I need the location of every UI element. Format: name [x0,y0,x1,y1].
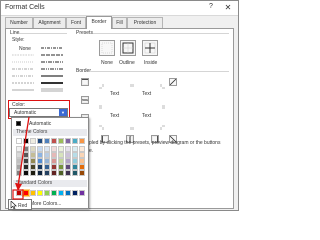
border-middle-button[interactable] [81,96,89,104]
preset-outline-icon [122,42,134,54]
theme-color-swatch[interactable] [72,138,78,144]
preset-inside-button[interactable] [142,40,158,56]
theme-shade-swatch[interactable] [30,170,36,176]
window-title: Format Cells [5,4,45,11]
theme-color-swatch[interactable] [44,138,50,144]
theme-shade-swatch[interactable] [23,170,29,176]
theme-shade-swatch[interactable] [51,170,57,176]
border-diagonal-up-button[interactable] [169,78,177,86]
theme-color-swatch[interactable] [30,138,36,144]
tab-number[interactable]: Number [5,17,33,28]
theme-color-swatch[interactable] [37,138,43,144]
theme-shade-swatch[interactable] [72,170,78,176]
border-top-icon [82,79,88,85]
border-top-button[interactable] [81,78,89,86]
theme-color-swatch[interactable] [65,138,71,144]
preview-frame[interactable] [97,82,167,132]
theme-color-swatch[interactable] [16,138,22,144]
standard-color-swatch[interactable] [16,190,22,196]
preview-text-top-left: Text [110,91,120,97]
standard-colors-header: Standard Colors [13,180,87,187]
presets-group-title: Presets [75,30,94,36]
line-style-list[interactable] [9,42,67,100]
standard-color-swatch[interactable] [23,190,29,196]
standard-color-swatch[interactable] [72,190,78,196]
preset-none-label: None [101,60,113,66]
preset-none-icon [101,42,113,54]
more-colors-label: More Colors... [30,201,62,207]
standard-color-swatch[interactable] [30,190,36,196]
standard-color-swatch[interactable] [65,190,71,196]
line-style-swatches[interactable] [9,42,67,100]
preview-text-bottom-right: Text [142,113,152,119]
hint-text: pled by clicking the presets, preview di… [89,140,221,146]
preset-none-button[interactable] [99,40,115,56]
color-picker-popup: Automatic Theme Colors Standard Colors M… [11,117,89,209]
presets-group-divider [93,33,229,34]
automatic-color-option[interactable]: Automatic [13,120,87,128]
line-group-divider [19,33,67,34]
cursor-icon [10,201,17,209]
theme-color-swatch[interactable] [58,138,64,144]
theme-shade-swatch[interactable] [37,170,43,176]
tab-font[interactable]: Font [66,17,86,28]
theme-shade-swatch[interactable] [65,170,71,176]
border-preview[interactable]: Text Text Text Text [97,82,167,132]
tab-alignment[interactable]: Alignment [33,17,66,28]
standard-color-swatch[interactable] [44,190,50,196]
preset-inside-label: Inside [144,60,158,66]
theme-color-swatch[interactable] [23,138,29,144]
theme-color-swatch[interactable] [79,138,85,144]
standard-color-swatch[interactable] [37,190,43,196]
border-group-title: Border [75,68,93,74]
theme-color-swatch[interactable] [51,138,57,144]
tab-protection[interactable]: Protection [127,17,163,28]
close-button[interactable]: ✕ [220,3,236,13]
theme-colors-header: Theme Colors [13,129,87,136]
hint-text-end: e. [89,148,94,154]
selected-color-tooltip: Red [8,199,32,210]
preset-outline-button[interactable] [120,40,136,56]
tab-border[interactable]: Border [86,16,112,29]
preset-outline-label: Outline [119,60,135,66]
style-none-label: None [19,46,31,52]
theme-shade-swatch[interactable] [44,170,50,176]
theme-shade-swatch[interactable] [16,170,22,176]
border-middle-icon [82,97,88,103]
selected-color-name: Red [18,203,28,209]
border-diagonal-up-icon [169,78,177,86]
tab-fill[interactable]: Fill [112,17,127,28]
standard-color-swatch[interactable] [51,190,57,196]
preview-text-bottom-left: Text [110,113,120,119]
help-button[interactable]: ? [205,3,217,13]
automatic-label: Automatic [29,121,52,127]
preset-inside-icon [144,42,156,54]
format-cells-dialog: Format Cells ? ✕ Number Alignment Font B… [0,0,239,211]
standard-color-swatch[interactable] [79,190,85,196]
automatic-swatch [16,121,21,126]
theme-shade-swatch[interactable] [79,170,85,176]
title-bar: Format Cells ? ✕ [1,1,238,16]
theme-shade-swatch[interactable] [58,170,64,176]
preview-text-top-right: Text [142,91,152,97]
border-group-divider [91,71,229,72]
standard-color-swatch[interactable] [58,190,64,196]
